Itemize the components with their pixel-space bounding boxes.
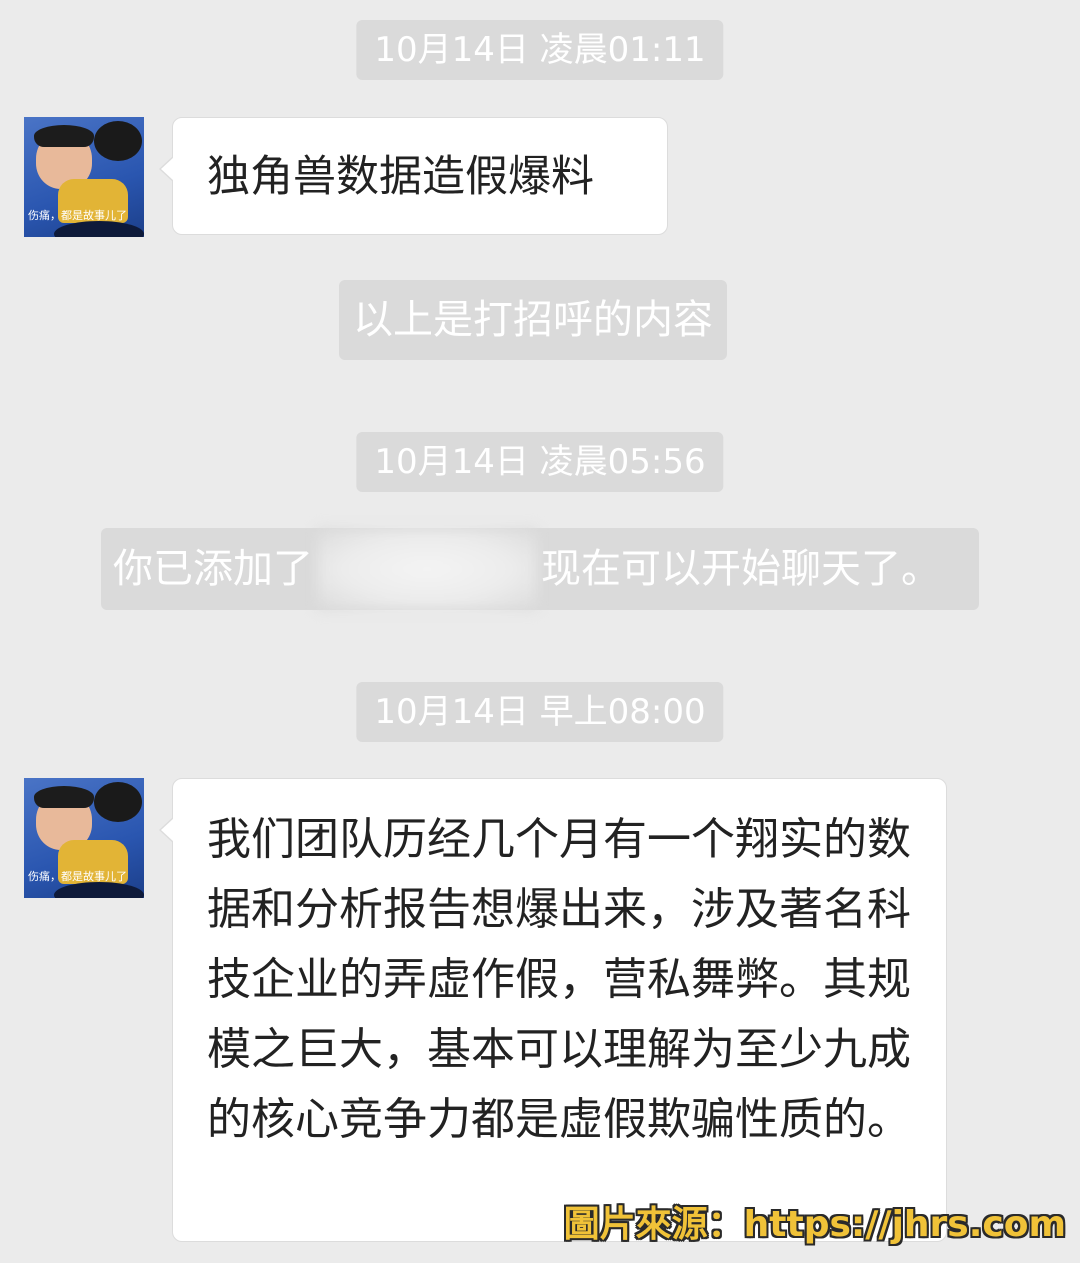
timestamp: 10月14日 凌晨01:11 xyxy=(356,20,724,80)
chat-area: 10月14日 凌晨01:11 伤痛，都是故事儿了 独角兽数据造假爆料 以上是打招… xyxy=(0,0,1080,1263)
redacted-contact-name xyxy=(317,528,537,610)
message-text: 独角兽数据造假爆料 xyxy=(207,152,594,202)
message-text: 我们团队历经几个月有一个翔实的数据和分析报告想爆出来，涉及著名科技企业的弄虚作假… xyxy=(207,814,911,1145)
system-notice: 以上是打招呼的内容 xyxy=(339,280,727,360)
timestamp: 10月14日 早上08:00 xyxy=(356,682,724,742)
avatar-hat-graphic xyxy=(94,121,142,161)
system-notice-added-contact: 你已添加了 现在可以开始聊天了。 xyxy=(101,528,979,610)
contact-avatar[interactable]: 伤痛，都是故事儿了 xyxy=(24,778,144,898)
avatar-disc-graphic xyxy=(54,882,144,898)
contact-avatar[interactable]: 伤痛，都是故事儿了 xyxy=(24,117,144,237)
avatar-disc-graphic xyxy=(54,221,144,237)
message-bubble[interactable]: 我们团队历经几个月有一个翔实的数据和分析报告想爆出来，涉及著名科技企业的弄虚作假… xyxy=(159,778,947,1242)
message-bubble[interactable]: 独角兽数据造假爆料 xyxy=(159,117,668,235)
avatar-hair-graphic xyxy=(34,786,94,808)
avatar-hat-graphic xyxy=(94,782,142,822)
avatar-hair-graphic xyxy=(34,125,94,147)
system-notice-prefix: 你已添加了 xyxy=(113,546,313,592)
timestamp: 10月14日 凌晨05:56 xyxy=(356,432,724,492)
source-watermark: 圖片來源：https://jhrs.com xyxy=(563,1204,1066,1245)
system-notice-suffix: 现在可以开始聊天了。 xyxy=(541,546,941,592)
